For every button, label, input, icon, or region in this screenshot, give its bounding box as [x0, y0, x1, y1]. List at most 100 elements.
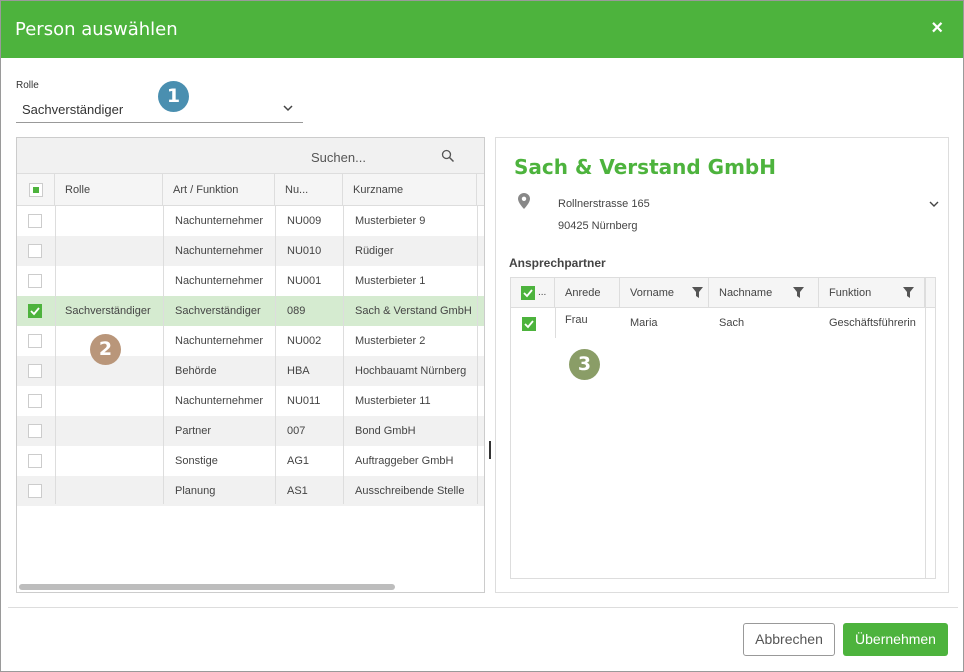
header-checkbox-cell[interactable] [17, 174, 55, 206]
column-header-kurzname[interactable]: Kurzname [343, 174, 477, 206]
row-checkbox[interactable] [28, 334, 42, 348]
table-row[interactable]: Nachunternehmer NU002 Musterbieter 2 [17, 326, 484, 356]
dialog-header: Person auswählen × [1, 1, 963, 58]
grid-header: Rolle Art / Funktion Nu... Kurzname [17, 174, 484, 206]
contact-nachname: Sach [719, 317, 745, 329]
table-row[interactable]: Nachunternehmer NU001 Musterbieter 1 [17, 266, 484, 296]
cell-art: Sachverständiger [175, 305, 261, 317]
cell-nu: NU009 [287, 215, 322, 227]
search-icon[interactable] [441, 149, 455, 163]
contacts-header-check[interactable]: ... [511, 278, 555, 308]
contacts-column-vorname[interactable]: Vorname [620, 278, 709, 308]
address-city: 90425 Nürnberg [558, 220, 638, 232]
table-row[interactable]: Nachunternehmer NU009 Musterbieter 9 [17, 206, 484, 236]
column-header-art[interactable]: Art / Funktion [163, 174, 275, 206]
contacts-column-nachname[interactable]: Nachname [709, 278, 819, 308]
cell-nu: 007 [287, 425, 306, 437]
contact-row-checkbox[interactable] [522, 317, 536, 331]
contact-row[interactable]: Frau Maria Sach Geschäftsführerin [511, 308, 935, 338]
column-divider [343, 206, 344, 504]
cell-rolle [55, 476, 163, 506]
contacts-column-nachname-label: Nachname [719, 287, 773, 299]
cell-nu: 089 [287, 305, 306, 317]
cell-nu: NU001 [287, 275, 322, 287]
cell-rolle [55, 386, 163, 416]
cell-art: Nachunternehmer [175, 245, 264, 257]
column-divider [555, 308, 556, 338]
cell-art: Nachunternehmer [175, 215, 264, 227]
chevron-down-icon[interactable] [928, 198, 940, 210]
cell-kurzname: Musterbieter 9 [355, 215, 426, 227]
person-select-dialog: Person auswählen × Rolle Sachverständige… [0, 0, 964, 672]
role-label: Rolle [16, 80, 39, 91]
contacts-column-funktion-label: Funktion [829, 287, 872, 299]
filter-icon[interactable] [903, 287, 914, 298]
cell-art: Partner [175, 425, 212, 437]
table-row[interactable]: Nachunternehmer NU011 Musterbieter 11 [17, 386, 484, 416]
cell-art: Nachunternehmer [175, 395, 264, 407]
table-row[interactable]: Sonstige AG1 Auftraggeber GmbH [17, 446, 484, 476]
table-row[interactable]: Behörde HBA Hochbauamt Nürnberg [17, 356, 484, 386]
checkmark-icon [30, 307, 40, 316]
cell-art: Behörde [175, 365, 217, 377]
table-row[interactable]: Partner 007 Bond GmbH [17, 416, 484, 446]
column-divider [55, 206, 56, 504]
cell-art: Nachunternehmer [175, 335, 264, 347]
role-value: Sachverständiger [22, 102, 124, 117]
cell-kurzname: Sach & Verstand GmbH [355, 305, 472, 317]
checkmark-icon [524, 320, 534, 329]
cell-nu: HBA [287, 365, 310, 377]
cell-rolle [55, 446, 163, 476]
cell-art: Planung [175, 485, 216, 497]
contacts-grid: ... Anrede Vorname Nachname Funktion Fra… [510, 277, 936, 579]
contacts-title: Ansprechpartner [509, 256, 606, 270]
row-checkbox[interactable] [28, 214, 42, 228]
cell-art: Sonstige [175, 455, 218, 467]
row-checkbox[interactable] [28, 454, 42, 468]
column-header-rolle[interactable]: Rolle [55, 174, 163, 206]
row-checkbox[interactable] [28, 394, 42, 408]
filter-icon[interactable] [692, 287, 703, 298]
cancel-button[interactable]: Abbrechen [743, 623, 835, 656]
contacts-header-check-ellipsis: ... [538, 287, 547, 298]
row-checkbox[interactable] [28, 364, 42, 378]
table-row-selected[interactable]: Sachverständiger Sachverständiger 089 Sa… [17, 296, 484, 326]
cell-rolle: Sachverständiger [65, 305, 151, 317]
checkmark-icon [523, 289, 533, 298]
column-header-nu[interactable]: Nu... [275, 174, 343, 206]
contacts-column-anrede[interactable]: Anrede [555, 278, 620, 308]
close-icon[interactable]: × [931, 17, 943, 40]
cell-nu: NU010 [287, 245, 322, 257]
cell-nu: NU002 [287, 335, 322, 347]
row-checkbox[interactable] [28, 274, 42, 288]
callout-badge-2: 2 [90, 334, 121, 365]
cell-nu: AG1 [287, 455, 310, 467]
person-list-panel: Suchen... Rolle Art / Funktion Nu... Kur… [16, 137, 485, 593]
table-row[interactable]: Nachunternehmer NU010 Rüdiger [17, 236, 484, 266]
row-checkbox[interactable] [28, 244, 42, 258]
chevron-down-icon [283, 105, 293, 112]
map-pin-icon [518, 193, 530, 209]
select-all-checkbox[interactable] [29, 183, 43, 197]
column-divider [275, 206, 276, 504]
filter-icon[interactable] [793, 287, 804, 298]
contacts-column-funktion[interactable]: Funktion [819, 278, 925, 308]
contact-funktion: Geschäftsführerin [829, 317, 916, 329]
company-name: Sach & Verstand GmbH [514, 155, 776, 179]
cell-nu: NU011 [287, 395, 321, 407]
row-checkbox[interactable] [28, 424, 42, 438]
search-input[interactable]: Suchen... [311, 150, 366, 165]
cell-kurzname: Ausschreibende Stelle [355, 485, 465, 497]
contacts-grid-header: ... Anrede Vorname Nachname Funktion [511, 278, 935, 308]
column-divider [477, 206, 478, 504]
address-street: Rollnerstrasse 165 [558, 198, 650, 210]
horizontal-scrollbar[interactable] [19, 584, 395, 590]
cell-kurzname: Rüdiger [355, 245, 394, 257]
cell-rolle [55, 416, 163, 446]
panel-splitter-handle[interactable] [489, 441, 491, 459]
row-checkbox[interactable] [28, 484, 42, 498]
table-row[interactable]: Planung AS1 Ausschreibende Stelle [17, 476, 484, 506]
row-checkbox-checked[interactable] [28, 304, 42, 318]
ok-button[interactable]: Übernehmen [843, 623, 948, 656]
contacts-select-all-checkbox[interactable] [521, 286, 535, 300]
